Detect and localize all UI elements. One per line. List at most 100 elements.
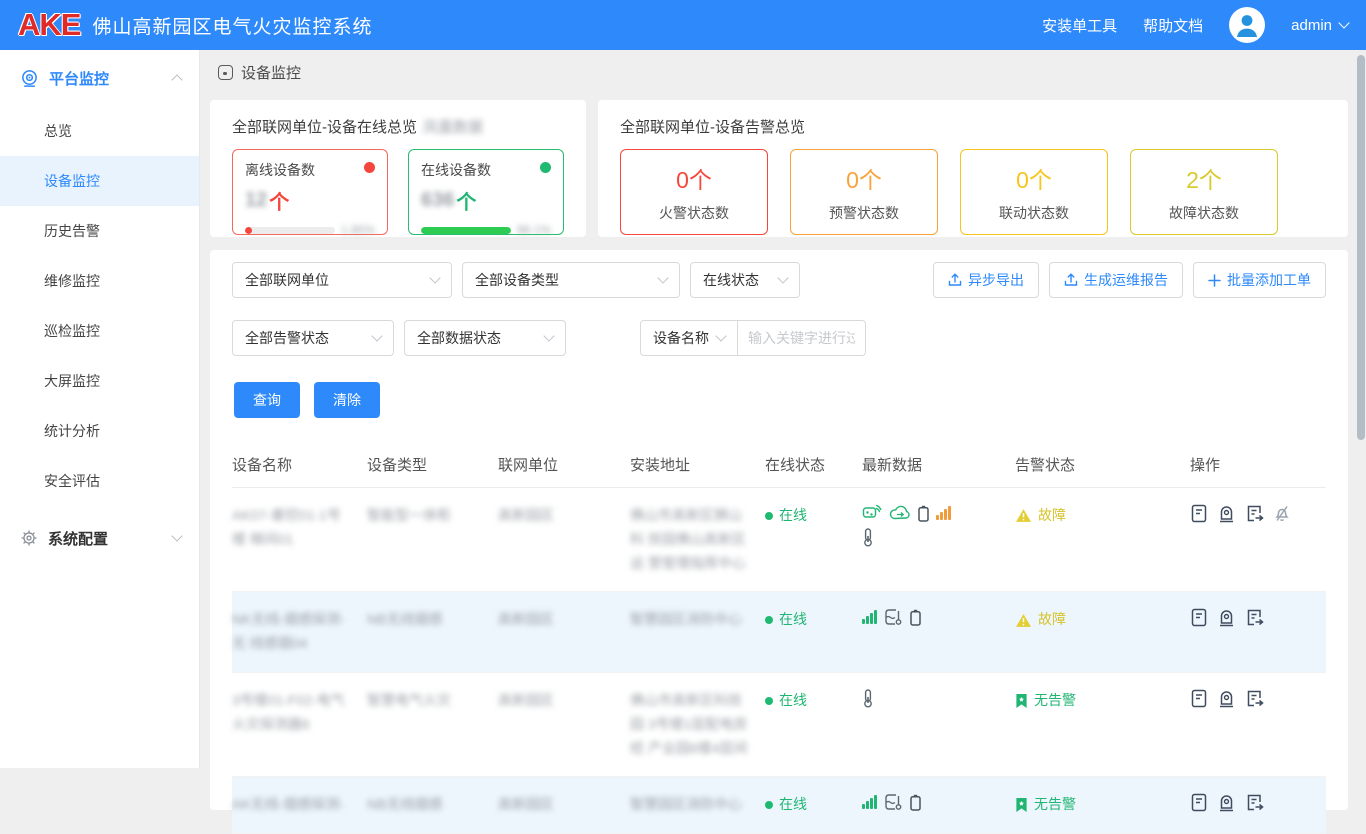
sidebar-group-label: 平台监控 [49,68,109,89]
mute-bell-icon[interactable] [1273,504,1291,523]
prewarn-count: 0个 [846,161,882,195]
chevron-down-icon [1338,17,1349,28]
network-unit-redacted: 高新园区 [498,592,630,648]
fire-status-box: 0个 火警状态数 [620,149,768,235]
breadcrumb-icon [218,65,233,80]
chevron-down-icon [777,272,788,283]
select-data-status[interactable]: 全部数据状态 [404,320,566,356]
sidebar-group-system[interactable]: 系统配置 [0,510,199,566]
monitor-icon[interactable] [1217,608,1236,627]
nav-install-tool[interactable]: 安装单工具 [1042,15,1117,36]
table-row[interactable]: 3号楼01-F02-电气 火灾探测器6 智慧电气火灾 高新园区 佛山市高新区科技… [232,673,1326,777]
thermometer-icon [862,689,874,708]
device-type-redacted: NB无线烟感 [367,777,498,833]
breadcrumb: 设备监控 [200,50,1366,94]
online-status-badge: 在线 [765,504,848,528]
clear-button[interactable]: 清除 [314,382,380,418]
alarm-status-badge: 故障 [1015,504,1176,528]
offline-value-redacted: 12 [245,189,267,212]
fire-label: 火警状态数 [659,203,729,223]
alarm-status-badge: 无告警 [1015,793,1176,817]
detail-icon[interactable] [1190,793,1208,812]
workorder-icon[interactable] [1245,793,1264,812]
signal-bars-icon [862,610,877,624]
app-logo: AKE [18,7,80,43]
sidebar-item-safety-assess[interactable]: 安全评估 [0,456,199,506]
select-online-status[interactable]: 在线状态 [690,262,800,298]
online-value-redacted: 636 [421,189,454,212]
device-name-redacted: AK07-睿控01-1号楼 梯间01 [232,488,367,568]
fire-count: 0个 [676,161,712,195]
network-unit-redacted: 高新园区 [498,777,630,833]
sidebar-item-inspection-monitor[interactable]: 巡检监控 [0,306,199,356]
alarm-status-badge: 故障 [1015,608,1176,632]
install-address-redacted: 智慧园区消防中心 [630,592,765,648]
chevron-down-icon [429,272,440,283]
install-address-redacted: 佛山市高新区科技园 3号楼1层配电房经 产业园6楼4层间 [630,673,765,776]
prewarn-status-box: 0个 预警状态数 [790,149,938,235]
async-export-button[interactable]: 异步导出 [933,262,1039,298]
detail-icon[interactable] [1190,608,1208,627]
install-address-redacted: 智慧园区消防中心 [630,777,765,833]
generate-report-button[interactable]: 生成运维报告 [1049,262,1183,298]
alarm-status-badge: 无告警 [1015,689,1176,713]
batch-add-workorder-button[interactable]: 批量添加工单 [1193,262,1326,298]
nav-help-doc[interactable]: 帮助文档 [1143,15,1203,36]
monitor-icon[interactable] [1217,504,1236,523]
workorder-icon[interactable] [1245,504,1264,523]
humidity-icon [884,793,903,811]
sidebar-item-overview[interactable]: 总览 [0,106,199,156]
network-unit-redacted: 高新园区 [498,488,630,544]
battery-icon [918,505,929,522]
table-row[interactable]: AK无线-烟感探测- NB无线烟感 高新园区 智慧园区消防中心 在线 [232,777,1326,834]
linkage-label: 联动状态数 [999,203,1069,223]
webcam-icon [20,69,39,88]
warning-triangle-icon [1015,508,1032,523]
workorder-icon[interactable] [1245,689,1264,708]
detail-icon[interactable] [1190,504,1208,523]
scrollbar-thumb[interactable] [1357,55,1365,440]
sidebar-item-history-alarm[interactable]: 历史告警 [0,206,199,256]
main-content: 设备监控 全部联网单位-设备在线总览 凤凰数据 离线设备数 12 个 [200,50,1366,768]
app-title: 佛山高新园区电气火灾监控系统 [92,12,372,39]
table-row[interactable]: NK无线-烟感探测-无 线感烟04 NB无线烟感 高新园区 智慧园区消防中心 在… [232,592,1326,673]
linkage-count: 0个 [1016,161,1052,195]
bookmark-icon [1015,693,1028,709]
sidebar-item-device-monitor[interactable]: 设备监控 [0,156,199,206]
signal-bars-icon [862,795,877,809]
chevron-down-icon [371,330,382,341]
device-type-redacted: NB无线烟感 [367,592,498,648]
green-dot-icon [765,801,773,809]
gear-icon [20,529,38,547]
chevron-down-icon [543,330,554,341]
chevron-up-icon [171,74,182,85]
sidebar-group-platform[interactable]: 平台监控 [0,50,199,106]
battery-icon [910,609,921,626]
sidebar-item-repair-monitor[interactable]: 维修监控 [0,256,199,306]
fault-count: 2个 [1186,161,1222,195]
fault-status-box: 2个 故障状态数 [1130,149,1278,235]
online-status-badge: 在线 [765,793,848,817]
user-menu[interactable]: admin [1291,17,1348,34]
breadcrumb-label: 设备监控 [241,62,301,83]
user-avatar-icon[interactable] [1229,7,1265,43]
alarm-overview-title: 全部联网单位-设备告警总览 [620,116,805,137]
select-keyword-field[interactable]: 设备名称 [640,320,738,356]
monitor-icon[interactable] [1217,793,1236,812]
select-alarm-status[interactable]: 全部告警状态 [232,320,394,356]
select-network-unit[interactable]: 全部联网单位 [232,262,452,298]
device-name-redacted: 3号楼01-F02-电气 火灾探测器6 [232,673,367,753]
sidebar-item-bigscreen-monitor[interactable]: 大屏监控 [0,356,199,406]
install-address-redacted: 佛山市高新区狮山科 技园佛山高新区运 营管理指挥中心 [630,488,765,591]
query-button[interactable]: 查询 [234,382,300,418]
online-percent-redacted: 98.1% [517,223,551,237]
table-row[interactable]: AK07-睿控01-1号楼 梯间01 智能型一体柜 高新园区 佛山市高新区狮山科… [232,488,1326,592]
vertical-scrollbar[interactable] [1357,52,1365,766]
sidebar-item-statistics[interactable]: 统计分析 [0,406,199,456]
keyword-input[interactable] [738,320,866,356]
detail-icon[interactable] [1190,689,1208,708]
select-device-type[interactable]: 全部设备类型 [462,262,680,298]
online-overview-title: 全部联网单位-设备在线总览 [232,116,417,137]
monitor-icon[interactable] [1217,689,1236,708]
workorder-icon[interactable] [1245,608,1264,627]
